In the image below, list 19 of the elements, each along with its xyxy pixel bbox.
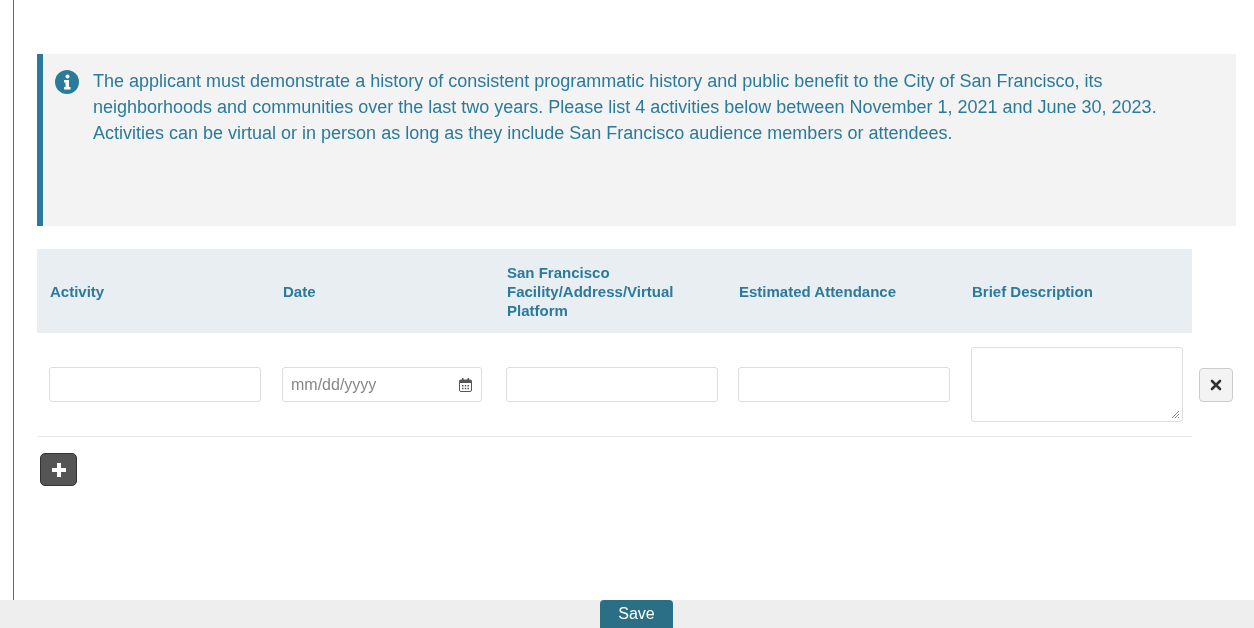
column-header: Brief Description	[972, 281, 1094, 301]
column-header: Date	[283, 281, 317, 301]
text-field[interactable]	[738, 367, 950, 402]
resize-grip-icon[interactable]	[1170, 409, 1180, 419]
save-button[interactable]: Save	[600, 600, 673, 628]
notice-text: The applicant must demonstrate a history of consistent programmatic history and public benefit to the City of San Francisco, its neighborhoods and communities over the last two years. Please list 4 activities below between November 1, 2021 and June 30, 2023. Activities can be virtual or in person as long as they include San Francisco audience members or attendees.	[93, 70, 1158, 145]
text-field[interactable]	[506, 367, 718, 402]
close-icon	[1210, 379, 1222, 391]
column-header: Activity	[50, 281, 106, 301]
column-header: San Francisco Facility/Address/Virtual Platform	[507, 262, 675, 320]
calendar-icon[interactable]	[459, 378, 472, 392]
add-row-button[interactable]	[40, 453, 77, 486]
remove-row-button[interactable]	[1199, 368, 1233, 402]
date-field[interactable]: mm/dd/yyyy	[282, 367, 482, 402]
plus-icon	[50, 461, 67, 478]
info-icon	[55, 70, 79, 94]
description-field[interactable]	[971, 347, 1183, 422]
column-header: Estimated Attendance	[739, 281, 897, 301]
text-field[interactable]	[49, 367, 261, 402]
